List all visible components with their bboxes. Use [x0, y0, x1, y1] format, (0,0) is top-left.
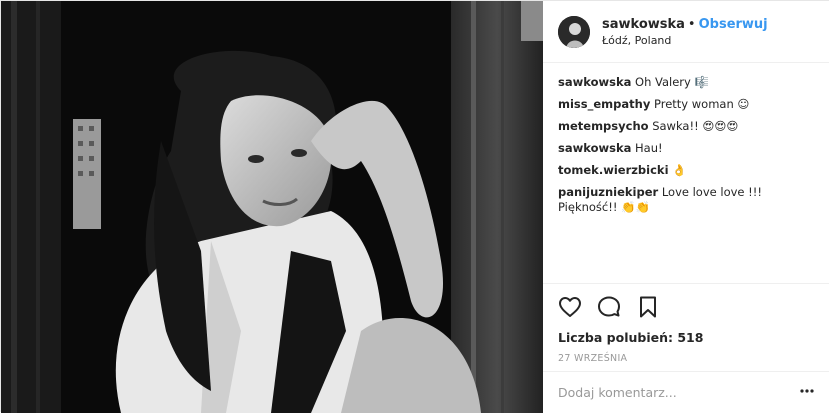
likes-count[interactable]: Liczba polubień: 518: [558, 330, 815, 345]
comment-username[interactable]: miss_empathy: [558, 97, 650, 111]
comment: panijuzniekiper Love love love !!! Piękn…: [558, 185, 814, 215]
comment-text: Hau!: [635, 141, 663, 155]
comment: miss_empathy Pretty woman ☺: [558, 97, 814, 112]
comment-text: Pretty woman ☺: [653, 97, 750, 111]
instagram-post: sawkowska • Obserwuj Łódź, Poland sawkowsk…: [0, 0, 829, 413]
likes-label: Liczba polubień:: [558, 330, 673, 345]
likes-number: 518: [677, 330, 704, 345]
comment: metempsycho Sawka!! 😍😍😍: [558, 119, 814, 134]
location-link[interactable]: Łódź, Poland: [602, 34, 768, 47]
comment-username[interactable]: tomek.wierzbicki: [558, 163, 669, 177]
post-sidebar: sawkowska • Obserwuj Łódź, Poland sawkowsk…: [543, 1, 829, 413]
comment: sawkowska Oh Valery 🎼: [558, 75, 814, 90]
comment-username[interactable]: metempsycho: [558, 119, 649, 133]
comment-text: Sawka!! 😍😍😍: [652, 119, 739, 133]
comment: tomek.wierzbicki 👌: [558, 163, 814, 178]
comment-username[interactable]: sawkowska: [558, 75, 631, 89]
follow-button[interactable]: Obserwuj: [699, 17, 768, 32]
bookmark-icon[interactable]: [636, 295, 660, 319]
post-photo[interactable]: [1, 1, 543, 413]
more-options-icon[interactable]: [799, 383, 815, 403]
comment: sawkowska Hau!: [558, 141, 814, 156]
post-header: sawkowska • Obserwuj Łódź, Poland: [543, 1, 829, 63]
comment-input[interactable]: [558, 385, 798, 400]
comment-text: 👌: [672, 163, 687, 177]
add-comment-bar: [543, 371, 829, 413]
post-date[interactable]: 27 WRZEŚNIA: [558, 353, 815, 364]
comment-text: Oh Valery 🎼: [635, 75, 709, 89]
action-icons: [558, 294, 815, 320]
comment-username[interactable]: sawkowska: [558, 141, 631, 155]
separator-dot: •: [687, 17, 696, 32]
avatar[interactable]: [558, 15, 590, 48]
comment-username[interactable]: panijuzniekiper: [558, 185, 658, 199]
heart-icon[interactable]: [558, 295, 582, 319]
header-text: sawkowska • Obserwuj Łódź, Poland: [602, 16, 768, 47]
avatar-image: [558, 15, 590, 48]
comment-bubble-icon[interactable]: [597, 295, 621, 319]
comments-list: sawkowska Oh Valery 🎼 miss_empathy Prett…: [543, 63, 829, 215]
bw-portrait-image: [1, 1, 543, 413]
post-actions: Liczba polubień: 518 27 WRZEŚNIA: [543, 283, 829, 364]
username-link[interactable]: sawkowska: [602, 17, 685, 32]
